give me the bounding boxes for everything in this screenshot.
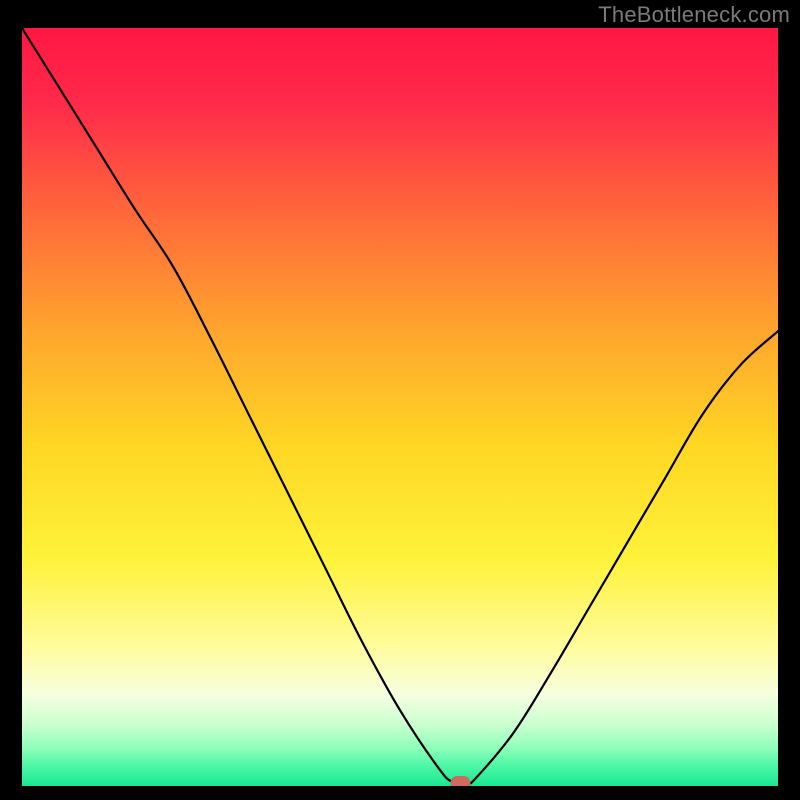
gradient-background [22, 28, 778, 786]
chart-frame: TheBottleneck.com [0, 0, 800, 800]
optimal-marker [450, 776, 470, 786]
watermark-text: TheBottleneck.com [598, 2, 790, 28]
bottleneck-plot [22, 28, 778, 786]
